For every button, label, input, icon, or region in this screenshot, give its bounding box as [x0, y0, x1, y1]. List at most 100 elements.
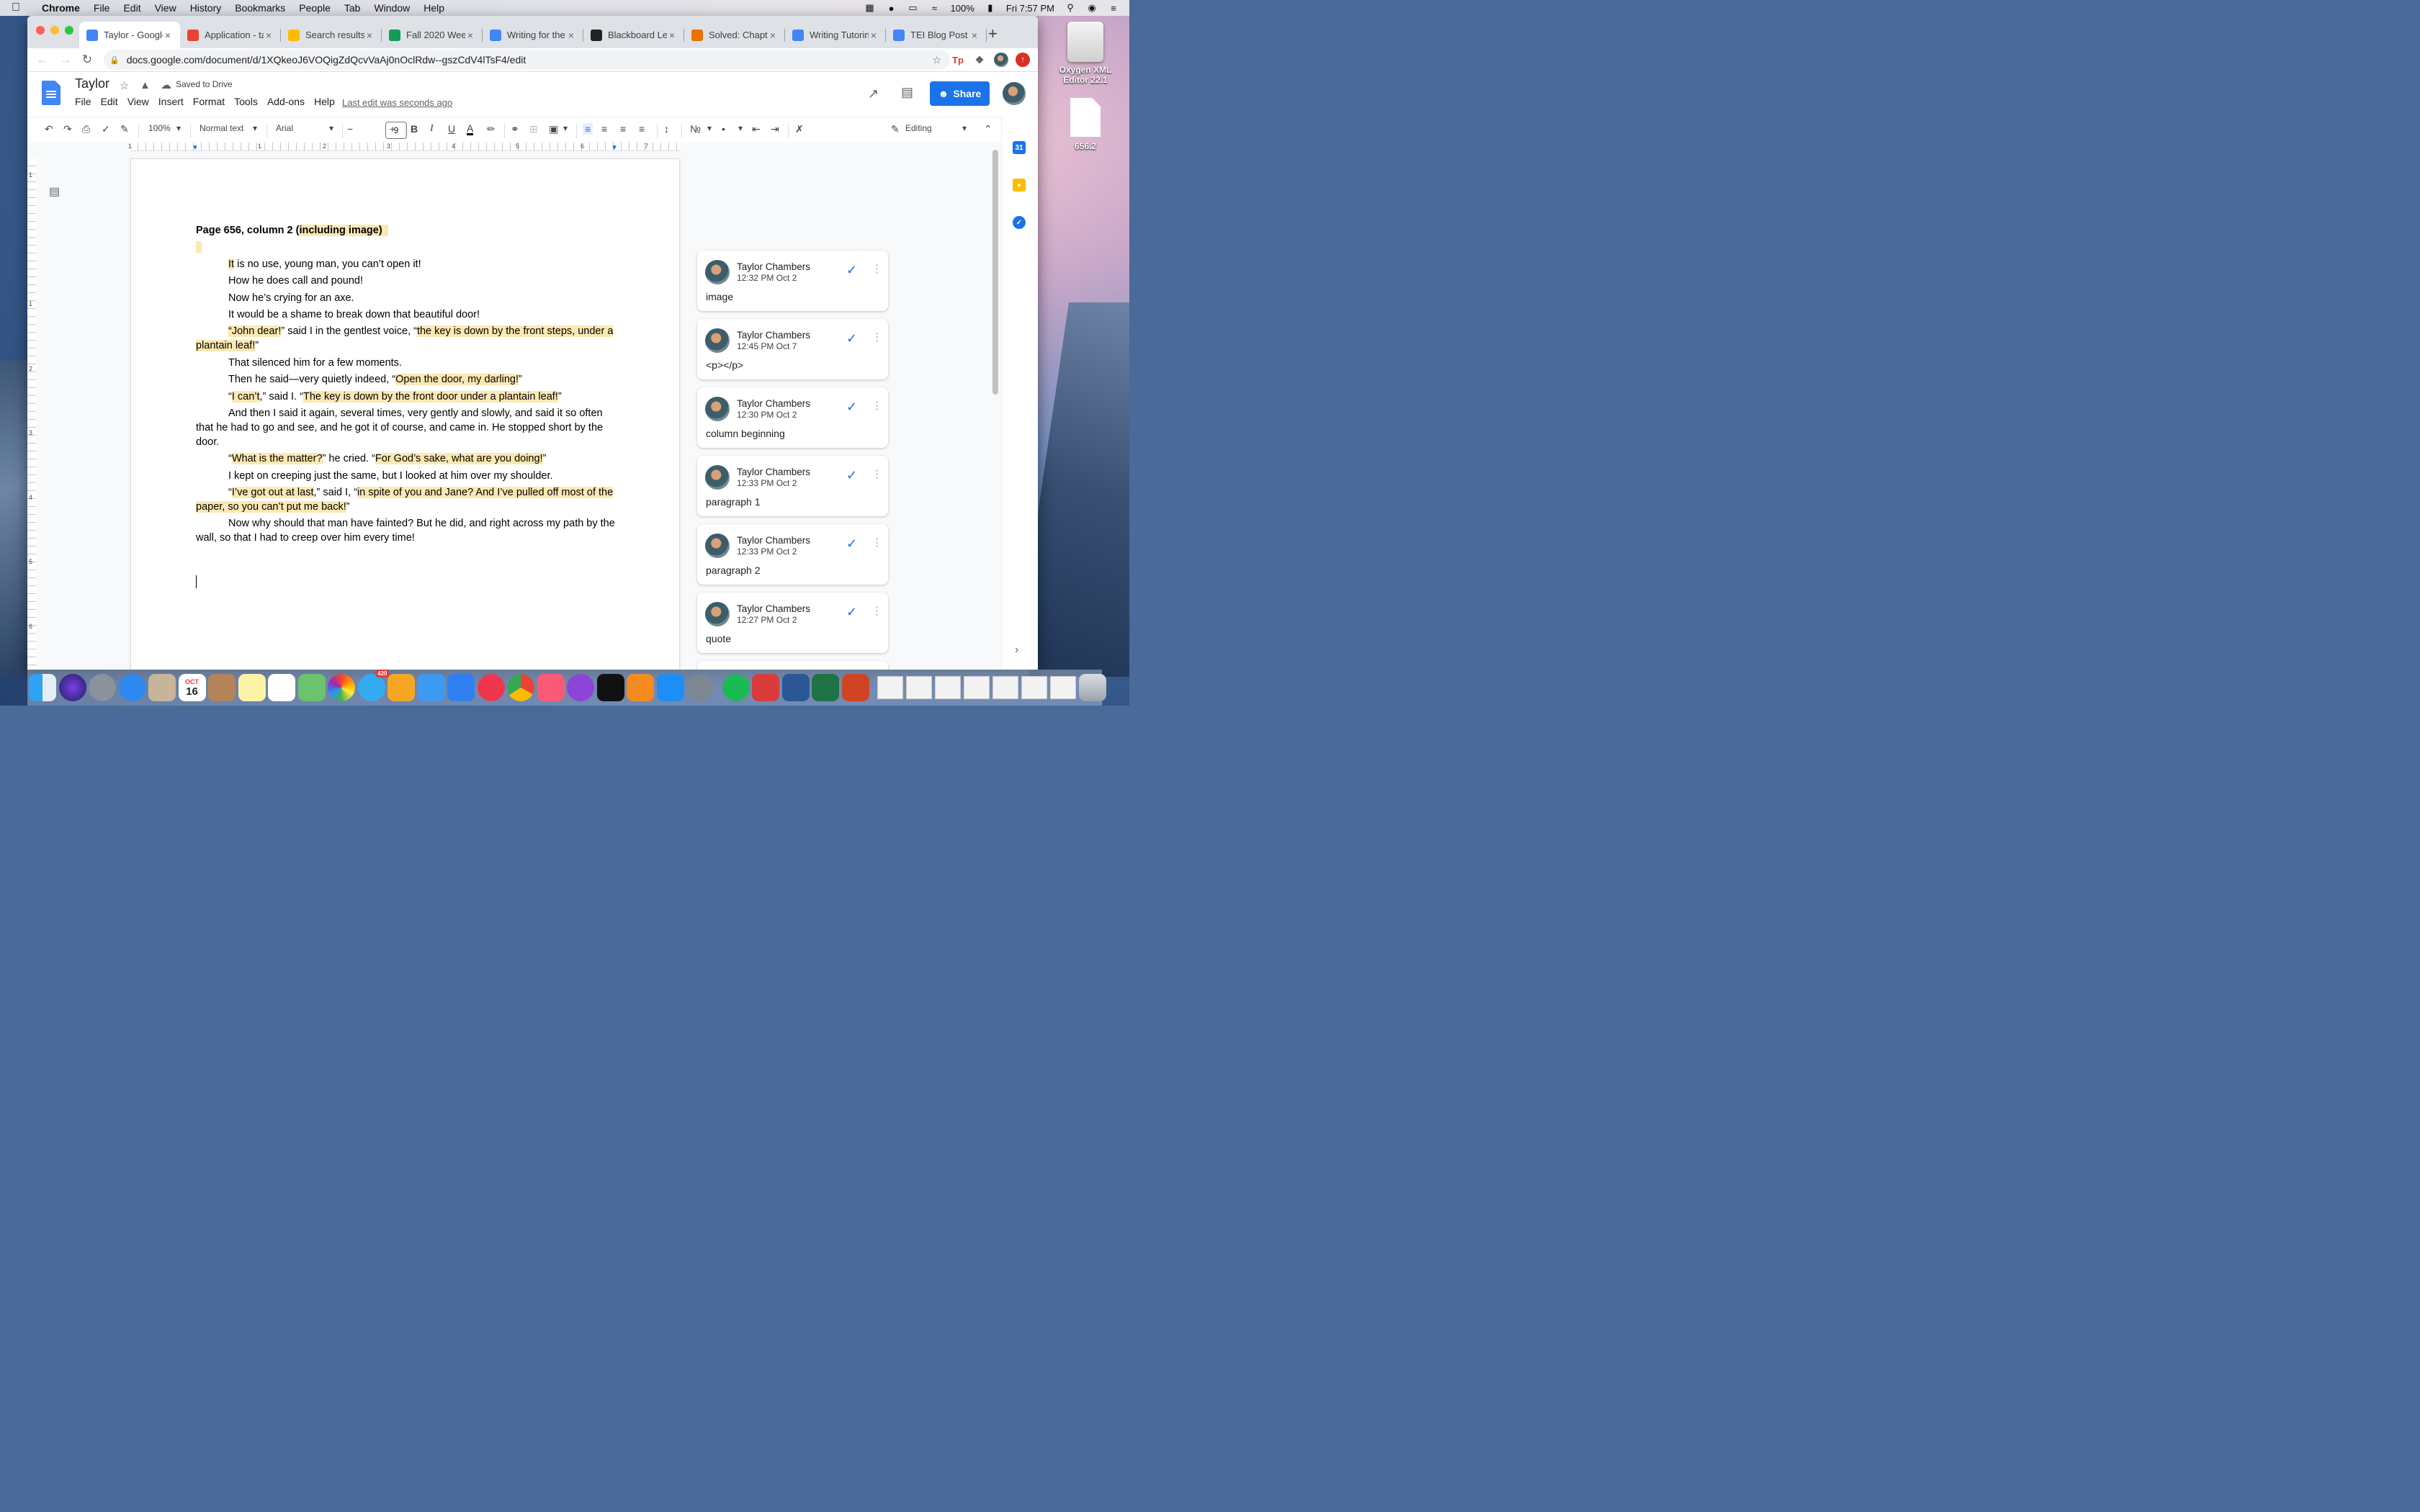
right-indent-marker-icon[interactable]: ▼	[611, 144, 618, 152]
increase-indent-icon[interactable]: ⇥	[771, 123, 779, 135]
menu-app-name[interactable]: Chrome	[42, 2, 80, 14]
bluetooth-icon[interactable]: ●	[886, 3, 897, 14]
minimized-window-thumbnail[interactable]	[992, 676, 1018, 699]
highlight-color-icon[interactable]: ✏	[487, 123, 496, 135]
word-icon[interactable]	[781, 674, 810, 701]
url-field[interactable]: 🔒 docs.google.com/document/d/1XQkeoJ6VOQ…	[104, 50, 950, 70]
siri-icon[interactable]: ◉	[1086, 2, 1098, 13]
document-page[interactable]: Page 656, column 2 (including image) It …	[130, 158, 680, 670]
increase-font-size-icon[interactable]: +	[390, 123, 395, 135]
left-indent-marker-icon[interactable]: ▼	[192, 144, 199, 152]
mail-stamp-icon[interactable]	[148, 674, 176, 701]
close-tab-icon[interactable]: ×	[566, 30, 576, 41]
extensions-puzzle-icon[interactable]: ❖	[972, 53, 987, 67]
close-tab-icon[interactable]: ×	[163, 30, 173, 41]
podcasts-icon[interactable]	[567, 674, 594, 701]
minimized-window-thumbnail[interactable]	[1021, 676, 1047, 699]
font-family-select[interactable]: Arial	[276, 123, 293, 133]
maps-icon[interactable]	[297, 674, 326, 701]
resolve-check-icon[interactable]: ✓	[846, 605, 857, 620]
document-body[interactable]: Page 656, column 2 (including image) It …	[196, 223, 621, 548]
align-left-icon[interactable]: ≡	[583, 123, 593, 135]
docs-menu-insert[interactable]: Insert	[158, 96, 184, 107]
numbers-icon[interactable]	[417, 674, 445, 701]
menu-bookmarks[interactable]: Bookmarks	[235, 2, 285, 14]
menu-help[interactable]: Help	[424, 2, 444, 14]
notification-center-icon[interactable]: ≡	[1108, 3, 1119, 14]
close-tab-icon[interactable]: ×	[969, 30, 980, 41]
profile-avatar[interactable]	[994, 53, 1008, 67]
decrease-font-size-icon[interactable]: −	[347, 123, 353, 135]
account-avatar[interactable]	[1003, 82, 1026, 105]
docs-menu-format[interactable]: Format	[193, 96, 225, 107]
menu-history[interactable]: History	[190, 2, 222, 14]
desktop-icon-oxygen[interactable]: Oxygen XML Editor 22.1	[1049, 22, 1121, 85]
print-icon[interactable]: ⎙	[82, 123, 90, 135]
comment-card[interactable]: Taylor Chambers 12:45 PM Oct 7 ✓ ⋮ <p></p>	[697, 319, 888, 379]
bulleted-list-icon[interactable]: •	[722, 123, 725, 135]
bookmark-star-icon[interactable]: ☆	[932, 54, 941, 66]
chevron-down-icon[interactable]: ▾	[329, 123, 333, 133]
battery-icon[interactable]: ▮	[985, 2, 996, 13]
browser-tab[interactable]: Writing Tutorin ×	[785, 22, 886, 48]
more-options-icon[interactable]: ⋮	[871, 604, 882, 617]
insert-link-icon[interactable]: ⚭	[511, 123, 519, 135]
status-app-icon[interactable]: ▦	[864, 2, 876, 13]
document-title[interactable]: Taylor	[75, 76, 109, 91]
comment-card[interactable]: Taylor Chambers✓⋮	[697, 661, 888, 670]
tasks-icon[interactable]: ✓	[1013, 216, 1026, 229]
minimized-window-thumbnail[interactable]	[935, 676, 961, 699]
editing-mode-select[interactable]: Editing	[905, 123, 932, 133]
reload-icon[interactable]: ↻	[78, 53, 97, 67]
finder-icon[interactable]	[29, 674, 56, 701]
resolve-check-icon[interactable]: ✓	[846, 468, 857, 483]
close-tab-icon[interactable]: ×	[667, 30, 677, 41]
resolve-check-icon[interactable]: ✓	[846, 400, 857, 415]
comment-card[interactable]: Taylor Chambers 12:30 PM Oct 2 ✓ ⋮ column be…	[697, 387, 888, 448]
collapse-menus-icon[interactable]: ⌃	[984, 123, 992, 135]
menu-file[interactable]: File	[94, 2, 110, 14]
underline-icon[interactable]: U	[448, 123, 455, 135]
italic-icon[interactable]: I	[430, 123, 434, 135]
chevron-down-icon[interactable]: ▾	[176, 123, 181, 133]
align-justify-icon[interactable]: ≡	[639, 123, 645, 135]
spellcheck-icon[interactable]: ✓	[102, 123, 110, 135]
keep-icon[interactable]: ●	[1013, 179, 1026, 192]
browser-tab[interactable]: Application - ta ×	[180, 22, 281, 48]
align-center-icon[interactable]: ≡	[601, 123, 607, 135]
browser-tab[interactable]: Solved: Chapte ×	[684, 22, 785, 48]
powerpoint-icon[interactable]	[841, 674, 869, 701]
cloud-saved-icon[interactable]: ☁	[161, 78, 171, 91]
minimized-window-thumbnail[interactable]	[1050, 676, 1076, 699]
docs-menu-view[interactable]: View	[127, 96, 149, 107]
menu-view[interactable]: View	[155, 2, 176, 14]
lock-icon[interactable]: 🔒	[109, 55, 120, 65]
bold-icon[interactable]: B	[411, 123, 418, 135]
apple-menu-icon[interactable]: 	[12, 1, 27, 14]
browser-tab[interactable]: Fall 2020 Week ×	[382, 22, 483, 48]
more-options-icon[interactable]: ⋮	[871, 536, 882, 549]
menu-window[interactable]: Window	[374, 2, 410, 14]
close-window-button[interactable]	[36, 26, 45, 35]
more-options-icon[interactable]: ⋮	[871, 399, 882, 412]
close-tab-icon[interactable]: ×	[465, 30, 475, 41]
vertical-scrollbar[interactable]	[992, 150, 998, 395]
chevron-down-icon[interactable]: ▾	[707, 123, 712, 133]
resolve-check-icon[interactable]: ✓	[846, 536, 857, 552]
minimize-window-button[interactable]	[50, 26, 59, 35]
books-icon[interactable]	[627, 674, 654, 701]
numbered-list-icon[interactable]: №	[690, 123, 701, 135]
desktop-icon-file[interactable]: 656.2	[1049, 98, 1121, 151]
forward-icon[interactable]: →	[56, 53, 75, 67]
clear-formatting-icon[interactable]: ✗	[795, 123, 804, 135]
undo-icon[interactable]: ↶	[45, 123, 53, 135]
resolve-check-icon[interactable]: ✓	[846, 263, 857, 278]
docs-menu-file[interactable]: File	[75, 96, 91, 107]
text-color-icon[interactable]: A	[467, 123, 474, 135]
zoom-window-button[interactable]	[65, 26, 73, 35]
system-preferences-icon[interactable]	[686, 674, 714, 701]
update-icon[interactable]: ↑	[1016, 53, 1030, 67]
browser-tab[interactable]: TEI Blog Post - ×	[886, 22, 987, 48]
align-right-icon[interactable]: ≡	[620, 123, 626, 135]
spotify-icon[interactable]	[722, 674, 750, 701]
